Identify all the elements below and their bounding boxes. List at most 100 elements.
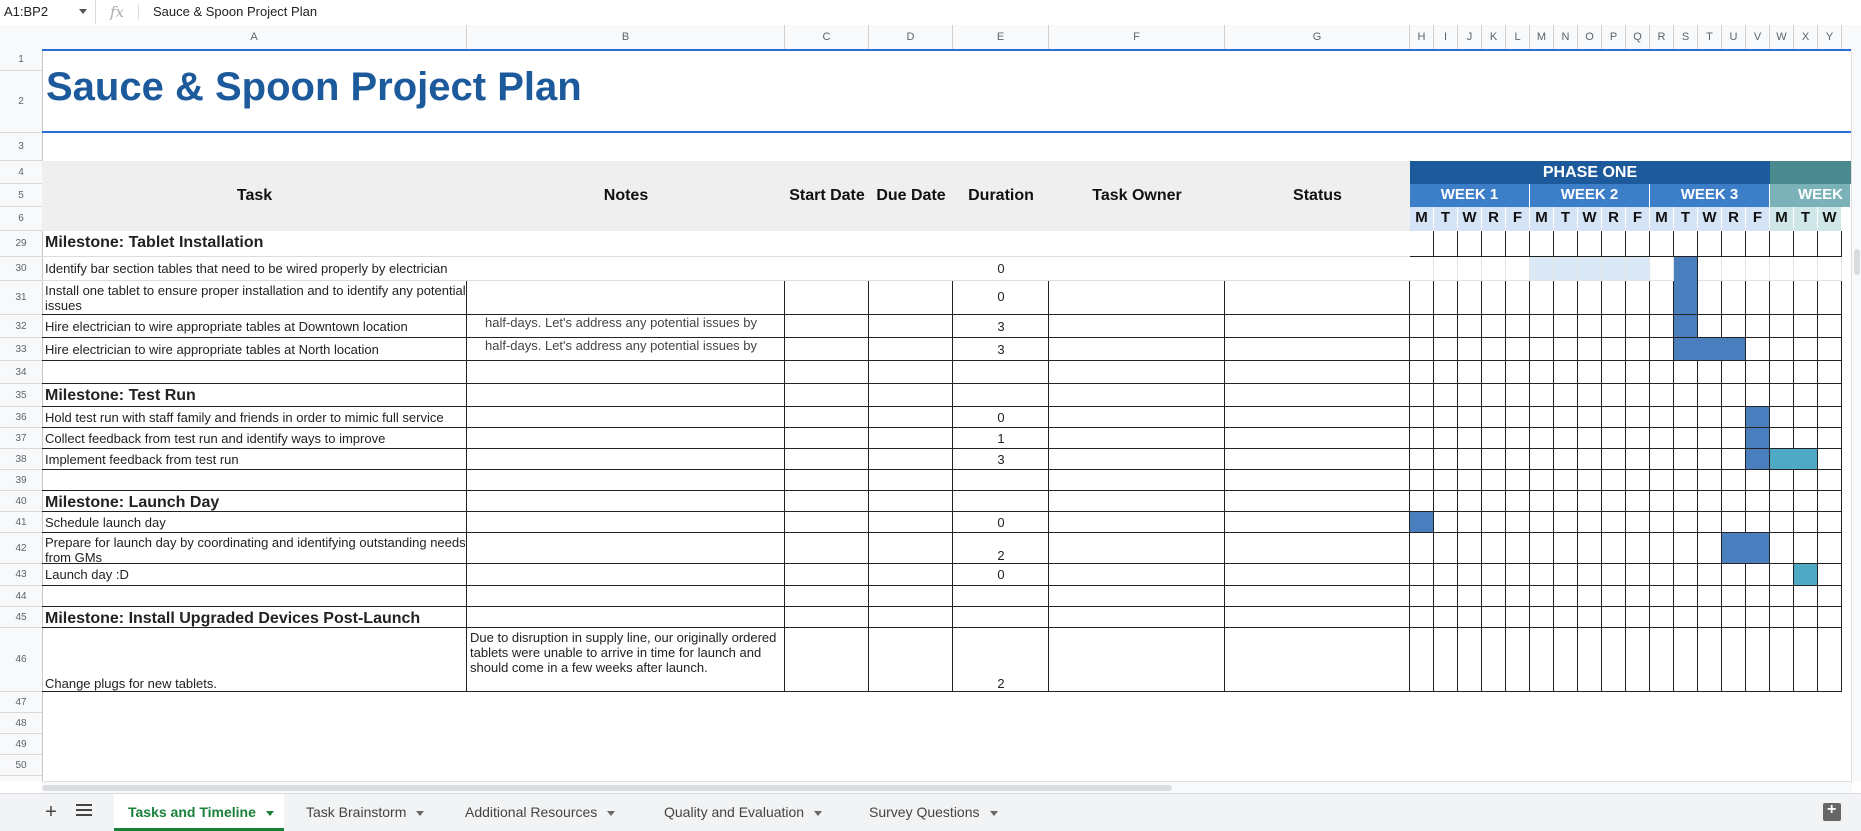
gantt-cell[interactable]: [1578, 361, 1602, 384]
gantt-cell[interactable]: [1602, 231, 1626, 257]
gantt-cell[interactable]: [1626, 338, 1650, 361]
gantt-cell[interactable]: [1602, 428, 1626, 449]
gantt-cell[interactable]: [1626, 533, 1650, 564]
gantt-cell[interactable]: [1506, 564, 1530, 586]
table-cell[interactable]: [785, 564, 869, 586]
table-cell[interactable]: [1049, 491, 1225, 512]
gantt-cell[interactable]: [1410, 231, 1434, 257]
gantt-cell[interactable]: [1434, 281, 1458, 315]
table-cell[interactable]: [467, 449, 785, 470]
table-cell[interactable]: [1225, 361, 1410, 384]
gantt-cell[interactable]: [1722, 231, 1746, 257]
duration-value[interactable]: 1: [953, 428, 1049, 449]
table-cell[interactable]: [785, 512, 869, 533]
gantt-cell[interactable]: [1554, 512, 1578, 533]
table-cell[interactable]: [869, 491, 953, 512]
gantt-cell[interactable]: [1482, 628, 1506, 692]
table-cell[interactable]: [869, 533, 953, 564]
gantt-cell[interactable]: [1434, 257, 1458, 281]
gantt-cell[interactable]: [1626, 281, 1650, 315]
gantt-cell[interactable]: [1770, 491, 1794, 512]
table-cell[interactable]: [42, 586, 467, 607]
gantt-cell[interactable]: [1530, 533, 1554, 564]
gantt-cell[interactable]: [1794, 512, 1818, 533]
gantt-cell[interactable]: [1434, 470, 1458, 491]
gantt-cell[interactable]: [1650, 315, 1674, 338]
table-cell[interactable]: [1049, 338, 1225, 361]
gantt-cell[interactable]: [1818, 257, 1842, 281]
table-cell[interactable]: [467, 491, 785, 512]
chevron-down-icon[interactable]: [814, 810, 823, 816]
gantt-cell[interactable]: [1770, 231, 1794, 257]
gantt-cell[interactable]: [1722, 470, 1746, 491]
gantt-cell[interactable]: [1650, 428, 1674, 449]
duration-value[interactable]: 0: [953, 257, 1049, 281]
table-cell[interactable]: [1225, 564, 1410, 586]
gantt-cell[interactable]: [1674, 607, 1698, 628]
table-cell[interactable]: [785, 361, 869, 384]
duration-value[interactable]: 0: [953, 281, 1049, 315]
gantt-cell[interactable]: [1746, 564, 1770, 586]
gantt-cell[interactable]: [1458, 384, 1482, 407]
gantt-cell[interactable]: [1602, 315, 1626, 338]
gantt-cell[interactable]: [1458, 428, 1482, 449]
day-header[interactable]: W: [1458, 207, 1482, 231]
gantt-cell[interactable]: [1530, 257, 1554, 281]
column-header-day[interactable]: J: [1458, 25, 1482, 49]
gantt-cell[interactable]: [1434, 361, 1458, 384]
table-cell[interactable]: [869, 384, 953, 407]
row-header[interactable]: 1: [0, 49, 42, 71]
gantt-cell[interactable]: [1674, 361, 1698, 384]
table-cell[interactable]: [1049, 281, 1225, 315]
gantt-cell[interactable]: [1482, 257, 1506, 281]
gantt-cell[interactable]: [1578, 512, 1602, 533]
gantt-cell[interactable]: [1458, 361, 1482, 384]
table-cell[interactable]: [1225, 257, 1410, 281]
table-cell[interactable]: [467, 281, 785, 315]
table-cell[interactable]: [953, 231, 1049, 257]
column-header-day[interactable]: H: [1410, 25, 1434, 49]
gantt-cell[interactable]: [1506, 338, 1530, 361]
gantt-cell[interactable]: [1650, 338, 1674, 361]
gantt-cell[interactable]: [1746, 512, 1770, 533]
row-header[interactable]: 43: [0, 564, 42, 586]
gantt-cell[interactable]: [1434, 338, 1458, 361]
column-header-day[interactable]: L: [1506, 25, 1530, 49]
table-cell[interactable]: [785, 628, 869, 692]
gantt-cell[interactable]: [1746, 491, 1770, 512]
gantt-cell[interactable]: [1674, 628, 1698, 692]
table-cell[interactable]: [1049, 628, 1225, 692]
row-header[interactable]: 4: [0, 161, 42, 184]
gantt-cell[interactable]: [1698, 449, 1722, 470]
gantt-cell[interactable]: [1410, 628, 1434, 692]
row-header[interactable]: 38: [0, 449, 42, 470]
gantt-cell[interactable]: [1578, 586, 1602, 607]
gantt-cell[interactable]: [1554, 607, 1578, 628]
gantt-cell[interactable]: [1530, 361, 1554, 384]
gantt-cell[interactable]: [1602, 512, 1626, 533]
gantt-cell[interactable]: [1818, 231, 1842, 257]
table-cell[interactable]: [467, 607, 785, 628]
gantt-cell[interactable]: [1674, 533, 1698, 564]
row-header[interactable]: 48: [0, 713, 42, 734]
gantt-cell[interactable]: [1722, 512, 1746, 533]
add-sheet-icon[interactable]: +: [42, 802, 60, 822]
table-cell[interactable]: [869, 449, 953, 470]
gantt-cell[interactable]: [1554, 407, 1578, 428]
milestone-label[interactable]: Milestone: Test Run: [42, 384, 467, 407]
gantt-cell[interactable]: [1410, 533, 1434, 564]
day-header[interactable]: F: [1626, 207, 1650, 231]
notes-label[interactable]: Due to disruption in supply line, our or…: [467, 628, 785, 692]
gantt-cell[interactable]: [1506, 449, 1530, 470]
gantt-cell[interactable]: [1506, 491, 1530, 512]
gantt-cell[interactable]: [1698, 428, 1722, 449]
gantt-cell[interactable]: [1554, 315, 1578, 338]
table-cell[interactable]: [1225, 231, 1410, 257]
header-duration[interactable]: Duration: [953, 161, 1049, 231]
gantt-cell[interactable]: [1410, 607, 1434, 628]
gantt-cell[interactable]: [1458, 231, 1482, 257]
column-header-day[interactable]: U: [1722, 25, 1746, 49]
gantt-cell[interactable]: [1530, 315, 1554, 338]
table-cell[interactable]: [869, 470, 953, 491]
column-header-day[interactable]: I: [1434, 25, 1458, 49]
